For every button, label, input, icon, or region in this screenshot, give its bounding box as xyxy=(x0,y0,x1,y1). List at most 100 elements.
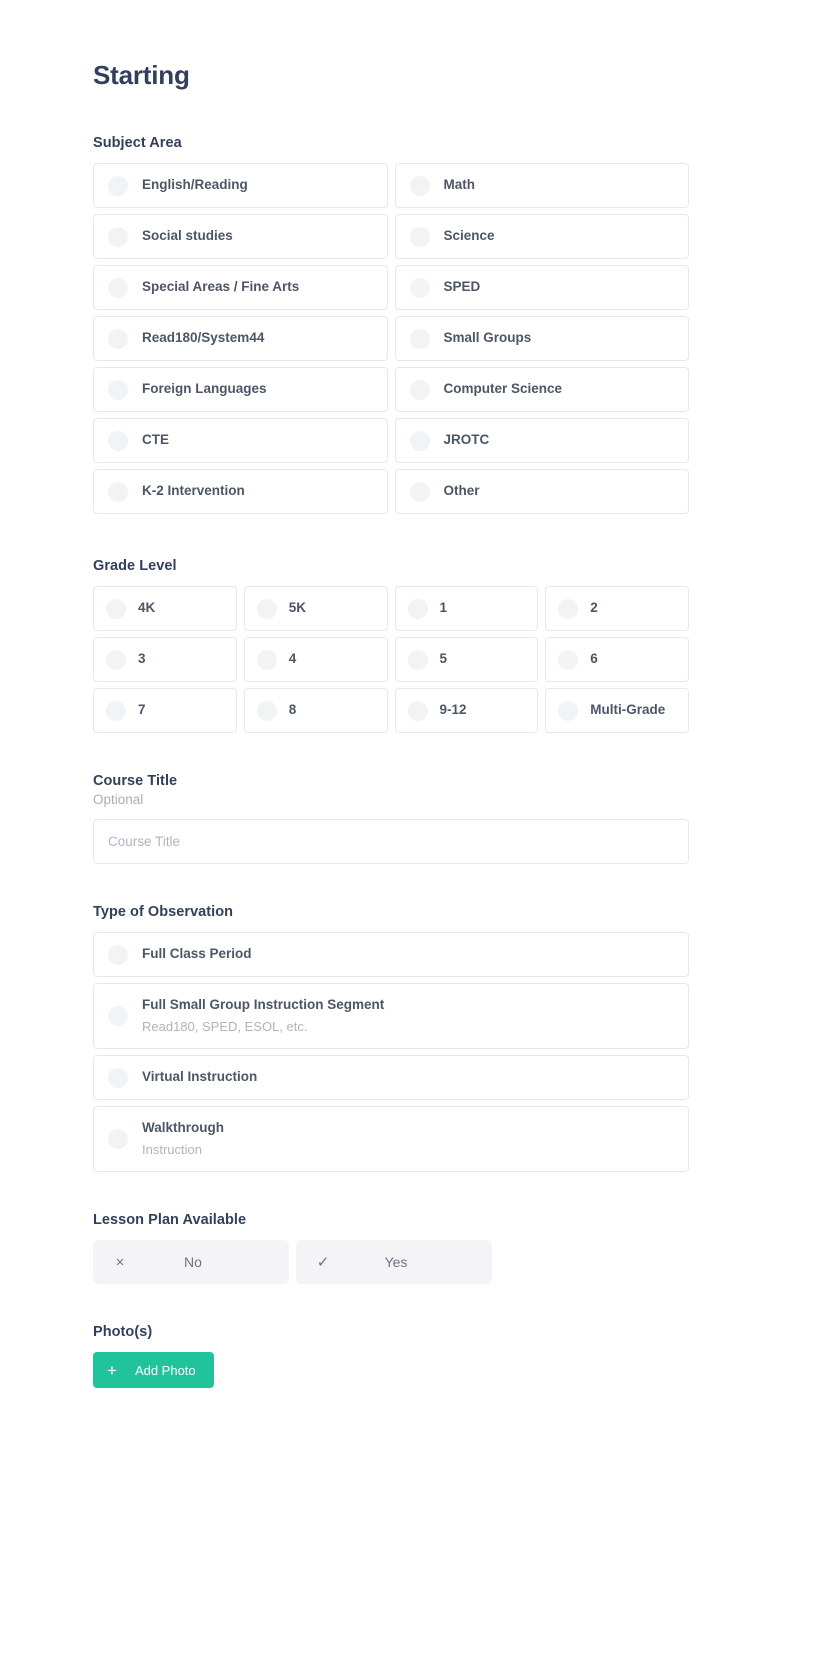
radio-icon[interactable] xyxy=(407,700,428,721)
grade-option-4[interactable]: 4 xyxy=(243,637,388,682)
radio-icon[interactable] xyxy=(108,379,128,400)
grade-option-label: 4 xyxy=(288,651,297,667)
subject-option-social-studies[interactable]: Social studies xyxy=(93,214,388,259)
grade-option-5k[interactable]: 5K xyxy=(243,586,388,631)
grade-option-7[interactable]: 7 xyxy=(93,688,237,733)
subject-option-english-reading[interactable]: English/Reading xyxy=(93,163,388,208)
observation-option-label: Full Small Group Instruction Segment xyxy=(142,997,385,1013)
radio-icon[interactable] xyxy=(409,175,430,196)
subject-option-label: K-2 Intervention xyxy=(142,483,245,499)
radio-icon[interactable] xyxy=(108,175,128,196)
grade-option-4k[interactable]: 4K xyxy=(93,586,237,631)
radio-icon[interactable] xyxy=(108,481,128,502)
subject-area-section: Subject Area English/Reading Math Social… xyxy=(93,135,689,514)
radio-icon[interactable] xyxy=(108,1129,128,1149)
subject-option-computer-science[interactable]: Computer Science xyxy=(394,367,689,412)
radio-icon[interactable] xyxy=(407,649,428,670)
radio-icon[interactable] xyxy=(108,1006,128,1026)
subject-option-read180-system44[interactable]: Read180/System44 xyxy=(93,316,388,361)
grade-option-5[interactable]: 5 xyxy=(394,637,539,682)
radio-icon[interactable] xyxy=(108,1067,128,1088)
course-title-label: Course Title xyxy=(93,773,178,789)
observation-option-virtual-instruction[interactable]: Virtual Instruction xyxy=(93,1055,689,1100)
subject-option-math[interactable]: Math xyxy=(394,163,689,208)
radio-icon[interactable] xyxy=(409,481,430,502)
subject-option-label: Small Groups xyxy=(443,330,532,346)
radio-icon[interactable] xyxy=(409,379,430,400)
radio-icon[interactable] xyxy=(108,944,128,965)
grade-option-label: 6 xyxy=(590,651,598,667)
subject-option-other[interactable]: Other xyxy=(394,469,689,514)
observation-option-full-small-group-instruction-segment[interactable]: Full Small Group Instruction Segment Rea… xyxy=(93,983,689,1049)
radio-icon[interactable] xyxy=(558,649,579,670)
subject-option-label: Foreign Languages xyxy=(142,381,267,397)
grade-option-3[interactable]: 3 xyxy=(93,637,237,682)
radio-icon[interactable] xyxy=(106,700,126,721)
grade-option-multi-grade[interactable]: Multi-Grade xyxy=(545,688,689,733)
lesson-plan-yes-label: Yes xyxy=(384,1254,408,1270)
subject-area-options: English/Reading Math Social studies Scie… xyxy=(93,163,689,514)
subject-option-science[interactable]: Science xyxy=(394,214,689,259)
observation-option-full-class-period[interactable]: Full Class Period xyxy=(93,932,689,977)
type-of-observation-section: Type of Observation Full Class Period Fu… xyxy=(93,904,689,1172)
grade-level-label: Grade Level xyxy=(93,558,177,574)
lesson-plan-yes-button[interactable]: ✓ Yes xyxy=(296,1240,492,1284)
radio-icon[interactable] xyxy=(256,598,277,619)
lesson-plan-no-button[interactable]: × No xyxy=(93,1240,289,1284)
radio-icon[interactable] xyxy=(407,598,428,619)
radio-icon[interactable] xyxy=(409,277,430,298)
photos-label: Photo(s) xyxy=(93,1324,153,1340)
subject-option-special-areas-fine-arts[interactable]: Special Areas / Fine Arts xyxy=(93,265,388,310)
radio-icon[interactable] xyxy=(108,328,128,349)
radio-icon[interactable] xyxy=(108,430,128,451)
radio-icon[interactable] xyxy=(256,700,277,721)
lesson-plan-label: Lesson Plan Available xyxy=(93,1212,247,1228)
radio-icon[interactable] xyxy=(108,277,128,298)
subject-area-label: Subject Area xyxy=(93,135,182,151)
radio-icon[interactable] xyxy=(409,328,430,349)
subject-option-jrotc[interactable]: JROTC xyxy=(394,418,689,463)
radio-icon[interactable] xyxy=(409,430,430,451)
grade-option-2[interactable]: 2 xyxy=(545,586,689,631)
radio-icon[interactable] xyxy=(106,649,126,670)
radio-icon[interactable] xyxy=(409,226,430,247)
course-title-input[interactable] xyxy=(93,819,689,864)
lesson-plan-no-label: No xyxy=(184,1254,202,1270)
check-icon: ✓ xyxy=(316,1254,330,1271)
observation-option-walkthrough[interactable]: Walkthrough Instruction xyxy=(93,1106,689,1172)
grade-option-8[interactable]: 8 xyxy=(243,688,388,733)
grade-option-9-12[interactable]: 9-12 xyxy=(394,688,539,733)
subject-option-label: CTE xyxy=(142,432,169,448)
subject-option-label: Other xyxy=(443,483,480,499)
grade-level-section: Grade Level 4K 5K 1 2 3 4 5 6 7 8 9-12 M… xyxy=(93,558,689,733)
radio-icon[interactable] xyxy=(558,598,579,619)
subject-option-label: JROTC xyxy=(443,432,490,448)
add-photo-button[interactable]: + Add Photo xyxy=(93,1352,214,1388)
grade-option-label: 5 xyxy=(439,651,448,667)
subject-option-foreign-languages[interactable]: Foreign Languages xyxy=(93,367,388,412)
radio-icon[interactable] xyxy=(108,226,128,247)
observation-option-sublabel: Read180, SPED, ESOL, etc. xyxy=(142,1019,308,1035)
grade-option-1[interactable]: 1 xyxy=(394,586,539,631)
grade-level-options: 4K 5K 1 2 3 4 5 6 7 8 9-12 Multi-Grade xyxy=(93,586,689,733)
observation-option-label: Full Class Period xyxy=(142,946,252,962)
grade-option-label: 5K xyxy=(288,600,307,616)
subject-option-label: Special Areas / Fine Arts xyxy=(142,279,300,295)
grade-option-6[interactable]: 6 xyxy=(545,637,689,682)
subject-option-label: Social studies xyxy=(142,228,233,244)
radio-icon[interactable] xyxy=(106,598,126,619)
subject-option-sped[interactable]: SPED xyxy=(394,265,689,310)
subject-option-cte[interactable]: CTE xyxy=(93,418,388,463)
starting-form-page: Starting Subject Area English/Reading Ma… xyxy=(0,0,840,1680)
subject-option-k-2-intervention[interactable]: K-2 Intervention xyxy=(93,469,388,514)
grade-option-label: 9-12 xyxy=(439,702,467,718)
radio-icon[interactable] xyxy=(256,649,277,670)
subject-option-small-groups[interactable]: Small Groups xyxy=(394,316,689,361)
close-icon: × xyxy=(115,1253,125,1271)
grade-option-label: 1 xyxy=(439,600,448,616)
radio-icon[interactable] xyxy=(558,700,579,721)
grade-option-label: 2 xyxy=(590,600,598,616)
